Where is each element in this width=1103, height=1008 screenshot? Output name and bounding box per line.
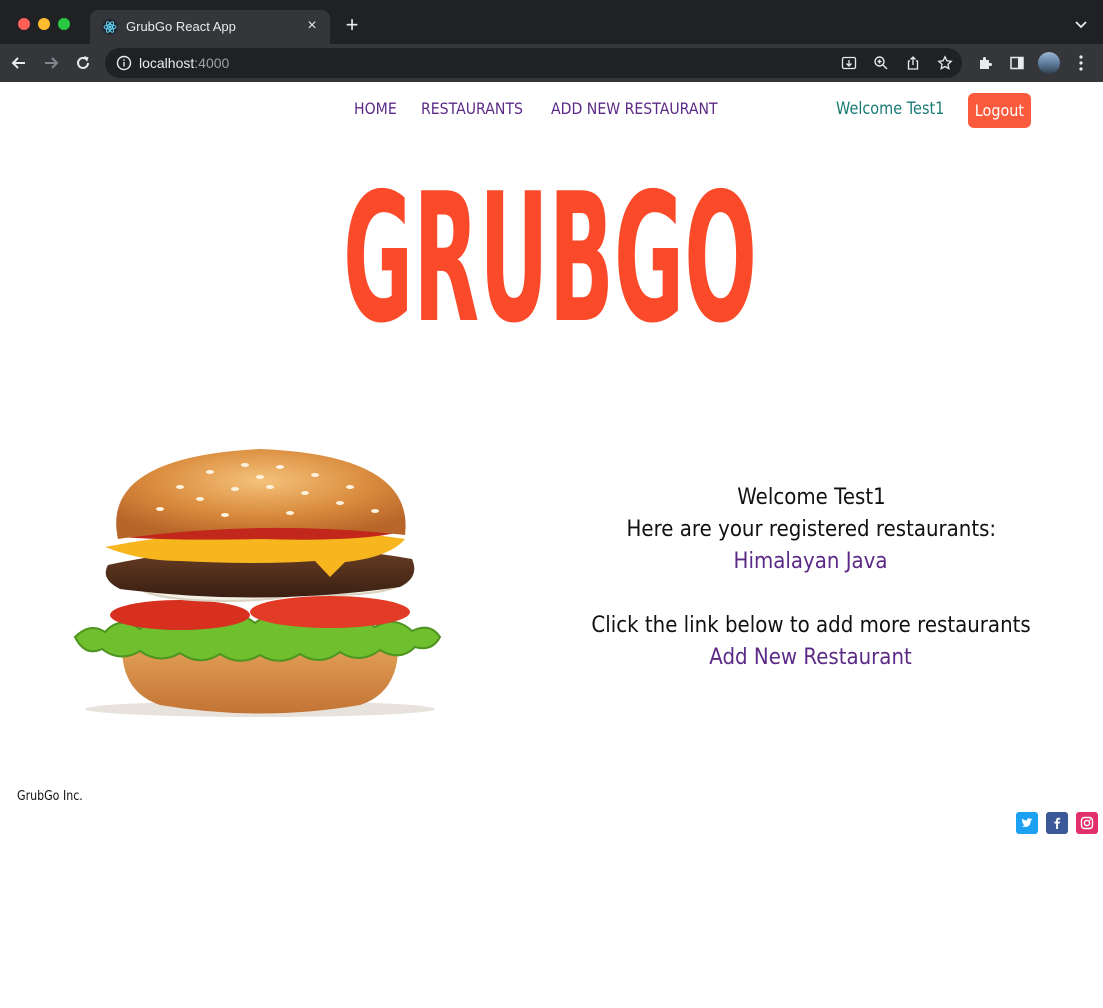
burger-image — [73, 449, 442, 717]
profile-avatar[interactable] — [1038, 52, 1060, 74]
twitter-icon[interactable] — [1016, 812, 1038, 834]
info-icon[interactable] — [116, 55, 132, 71]
tab-close-icon[interactable]: × — [304, 17, 320, 35]
footer-company: GrubGo Inc. — [17, 789, 83, 804]
page-content: HOME RESTAURANTS ADD NEW RESTAURANT Welc… — [0, 82, 1103, 1008]
react-icon — [102, 19, 118, 35]
window-zoom-button[interactable] — [58, 18, 70, 30]
share-icon[interactable] — [905, 55, 921, 71]
url-host: localhost — [139, 55, 195, 71]
restaurant-link[interactable]: Himalayan Java — [734, 546, 888, 578]
window-close-button[interactable] — [18, 18, 30, 30]
facebook-icon[interactable] — [1046, 812, 1068, 834]
window-minimize-button[interactable] — [38, 18, 50, 30]
nav-restaurants-link[interactable]: RESTAURANTS — [421, 99, 523, 118]
nav-welcome-text: Welcome Test1 — [836, 99, 945, 119]
url-port: :4000 — [194, 55, 230, 71]
back-icon[interactable] — [9, 53, 29, 73]
address-bar[interactable]: localhost:4000 — [105, 48, 962, 78]
extensions-icon[interactable] — [977, 55, 993, 71]
chevron-down-icon[interactable] — [1073, 16, 1089, 32]
zoom-icon[interactable] — [873, 55, 889, 71]
more-menu-icon[interactable] — [1074, 54, 1088, 72]
instagram-icon[interactable] — [1076, 812, 1098, 834]
logo-text: GRUBGO — [343, 180, 757, 330]
install-icon[interactable] — [841, 55, 857, 71]
add-prompt: Click the link below to add more restaur… — [591, 613, 1031, 638]
url-text[interactable]: localhost:4000 — [139, 55, 229, 71]
browser-toolbar: localhost:4000 — [0, 44, 1103, 82]
registered-intro: Here are your registered restaurants: — [626, 517, 996, 542]
browser-tab[interactable]: GrubGo React App × — [90, 10, 330, 44]
welcome-heading: Welcome Test1 — [736, 485, 886, 510]
grubgo-logo: GRUBGO — [343, 180, 757, 330]
logout-button[interactable]: Logout — [968, 93, 1031, 128]
reload-icon[interactable] — [73, 53, 93, 73]
welcome-panel: Welcome Test1 Here are your registered r… — [560, 482, 1062, 674]
browser-titlebar: GrubGo React App × + — [0, 0, 1103, 44]
side-panel-icon[interactable] — [1009, 55, 1025, 71]
new-tab-button[interactable]: + — [341, 14, 363, 36]
add-restaurant-link[interactable]: Add New Restaurant — [710, 642, 913, 674]
nav-home-link[interactable]: HOME — [354, 99, 397, 118]
logout-label: Logout — [974, 101, 1025, 120]
forward-icon[interactable] — [41, 53, 61, 73]
tab-title: GrubGo React App — [126, 19, 236, 34]
nav-add-restaurant-link[interactable]: ADD NEW RESTAURANT — [551, 99, 718, 118]
bookmark-star-icon[interactable] — [937, 55, 953, 71]
